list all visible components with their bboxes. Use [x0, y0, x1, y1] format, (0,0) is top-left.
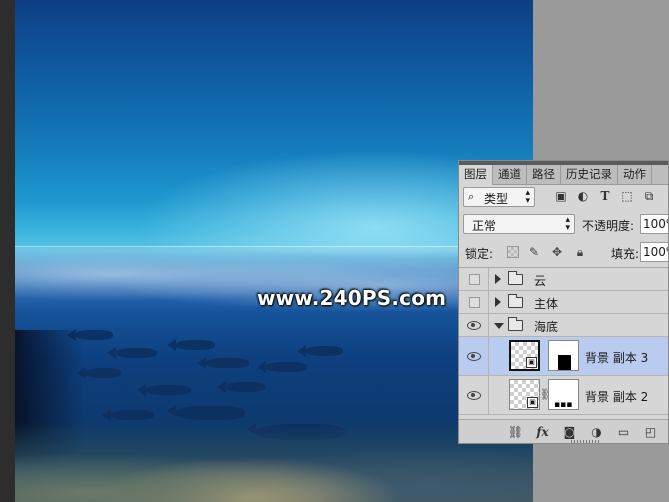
- fill-label: 填充:: [611, 247, 640, 261]
- lock-transparent-icon[interactable]: [507, 246, 519, 258]
- panel-tabs: 图层 通道 路径 历史记录 动作: [459, 165, 668, 185]
- visibility-cell[interactable]: [459, 268, 489, 290]
- layer-group-row[interactable]: 主体: [459, 291, 668, 314]
- opacity-label: 不透明度:: [582, 219, 635, 233]
- folder-icon: [508, 317, 523, 331]
- adjustment-layer-icon[interactable]: ◑: [588, 424, 605, 440]
- select-arrows-icon: ▴ ▾: [525, 188, 530, 206]
- tab-history[interactable]: 历史记录: [561, 165, 618, 185]
- folder-icon: [508, 271, 523, 285]
- smart-object-icon: ▣: [526, 357, 537, 368]
- fish-shape: [167, 339, 215, 351]
- new-group-icon[interactable]: ▭: [615, 424, 632, 440]
- expand-arrow-icon[interactable]: [495, 297, 501, 307]
- lock-all-icon[interactable]: 🔒︎: [572, 244, 588, 260]
- search-icon: ⌕: [468, 190, 475, 203]
- folder-icon: [508, 294, 523, 308]
- type-filter-icon[interactable]: T: [597, 188, 613, 204]
- layer-name: 海底: [534, 320, 559, 334]
- blend-row: 正常 ▴▾ 不透明度: 100%: [463, 214, 668, 236]
- smart-object-icon: ▣: [527, 397, 538, 408]
- collapse-arrow-icon[interactable]: [494, 323, 504, 329]
- link-layers-icon[interactable]: ⛓︎: [507, 424, 524, 440]
- eye-icon[interactable]: [467, 321, 481, 330]
- eye-icon[interactable]: [467, 391, 481, 400]
- image-filter-icon[interactable]: ▣: [553, 188, 569, 204]
- panel-footer: ⛓︎ fx ◙ ◑ ▭ ◰: [459, 419, 668, 443]
- watermark-text: www.240PS.com: [257, 286, 447, 310]
- lock-label: 锁定:: [465, 247, 494, 261]
- fish-shape: [102, 409, 154, 421]
- visibility-cell[interactable]: [459, 314, 489, 336]
- fish-shape: [217, 381, 265, 393]
- layer-group-row[interactable]: 海底: [459, 314, 668, 337]
- fill-input[interactable]: 100%: [640, 242, 668, 262]
- expand-arrow-icon[interactable]: [495, 274, 501, 284]
- layer-name: 背景 副本 2: [585, 390, 649, 404]
- shape-filter-icon[interactable]: ⬚: [619, 188, 635, 204]
- fish-shape: [167, 405, 245, 420]
- add-mask-icon[interactable]: ◙: [561, 424, 578, 440]
- visibility-off-box[interactable]: [469, 297, 480, 308]
- document-canvas[interactable]: www.240PS.com: [15, 0, 533, 502]
- visibility-cell[interactable]: [459, 337, 489, 375]
- smart-object-filter-icon[interactable]: ⧉: [641, 188, 657, 204]
- visibility-cell[interactable]: [459, 291, 489, 313]
- layer-name: 云: [534, 274, 547, 288]
- lock-paint-icon[interactable]: ✎: [526, 244, 542, 260]
- fish-shape: [297, 345, 343, 357]
- layer-name: 背景 副本 3: [585, 351, 649, 365]
- fish-shape: [137, 384, 191, 396]
- fish-shape: [107, 347, 157, 359]
- layer-thumbnail[interactable]: ▣: [509, 379, 540, 410]
- workspace-edge: [0, 0, 15, 502]
- layers-panel: 图层 通道 路径 历史记录 动作 ⌕ 类型 ▴ ▾ ▣ ◐ T ⬚ ⧉ 正常 ▴ ▾…: [458, 160, 669, 444]
- layer-filter-row: ⌕ 类型 ▴ ▾ ▣ ◐ T ⬚ ⧉: [463, 187, 668, 209]
- fish-shape: [77, 367, 121, 379]
- filter-icon-group: ▣ ◐ T ⬚ ⧉: [553, 188, 657, 204]
- fx-icon[interactable]: fx: [534, 424, 551, 440]
- layer-thumbnail[interactable]: ▣: [509, 340, 540, 371]
- resize-grip[interactable]: [571, 440, 601, 443]
- footer-icon-group: ⛓︎ fx ◙ ◑ ▭ ◰: [507, 424, 659, 440]
- visibility-cell[interactable]: [459, 376, 489, 414]
- layer-row-selected[interactable]: ▣ 背景 副本 3: [459, 337, 668, 376]
- mask-shape: ▪▪▪: [554, 400, 573, 410]
- blend-mode-select[interactable]: 正常 ▴ ▾: [463, 214, 575, 234]
- tab-layers[interactable]: 图层: [459, 165, 493, 185]
- tab-actions[interactable]: 动作: [618, 165, 652, 185]
- eye-icon[interactable]: [467, 352, 481, 361]
- blend-mode-value: 正常: [472, 219, 497, 233]
- tab-channels[interactable]: 通道: [493, 165, 527, 185]
- lock-position-icon[interactable]: ✥: [549, 244, 565, 260]
- filter-kind-select[interactable]: ⌕ 类型 ▴ ▾: [463, 187, 535, 207]
- fish-shape: [197, 357, 249, 369]
- layer-row[interactable]: ▣ ⛓︎ ▪▪▪ 背景 副本 2: [459, 376, 668, 415]
- adjustment-filter-icon[interactable]: ◐: [575, 188, 591, 204]
- visibility-off-box[interactable]: [469, 274, 480, 285]
- tab-paths[interactable]: 路径: [527, 165, 561, 185]
- coral-reef: [15, 422, 533, 502]
- fish-shape: [257, 361, 307, 373]
- layer-name: 主体: [534, 297, 559, 311]
- new-layer-icon[interactable]: ◰: [642, 424, 659, 440]
- layers-list: 云 主体 海底 ▣ 背景 副本 3 ▣ ⛓︎ ▪▪▪ 背景 副本 2: [459, 267, 668, 419]
- opacity-input[interactable]: 100%: [640, 214, 668, 234]
- layer-mask-thumbnail[interactable]: [548, 340, 579, 371]
- mask-shape: [558, 355, 571, 370]
- layer-group-row[interactable]: 云: [459, 268, 668, 291]
- lock-row: 锁定: ✎ ✥ 🔒︎ 填充: 100%: [463, 242, 668, 264]
- filter-kind-label: 类型: [484, 192, 509, 206]
- lock-icon-group: ✎ ✥ 🔒︎: [507, 244, 588, 260]
- select-arrows-icon: ▴ ▾: [565, 215, 570, 233]
- layer-mask-thumbnail[interactable]: ▪▪▪: [548, 379, 579, 410]
